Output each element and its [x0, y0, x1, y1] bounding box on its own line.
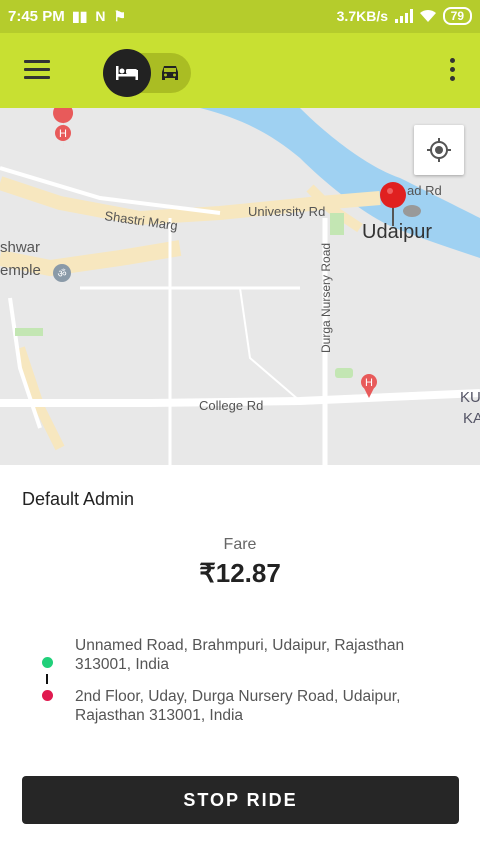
pickup-dot-icon — [42, 657, 53, 668]
flag-icon: ⚑ — [113, 8, 127, 24]
wifi-icon — [419, 9, 436, 22]
app-bar — [0, 33, 480, 108]
status-right: 79 — [394, 7, 472, 25]
map-label-college: College Rd — [199, 398, 263, 413]
notification-icons: ▮▮ N ⚑ — [72, 8, 126, 25]
map-label-emple: emple — [0, 262, 41, 279]
taxi-icon — [162, 66, 178, 80]
menu-icon[interactable] — [24, 60, 50, 80]
my-location-button[interactable] — [414, 125, 464, 175]
temple-icon: ॐ — [53, 264, 71, 282]
map-label-road: ad Rd — [407, 183, 442, 198]
svg-text:ॐ: ॐ — [57, 268, 66, 280]
more-options-icon[interactable] — [450, 58, 456, 82]
n-icon: N — [95, 8, 106, 24]
status-bar: 7:45 PM ▮▮ N ⚑ 3.7KB/s 79 — [0, 0, 480, 33]
network-speed: 3.7KB/s — [336, 8, 388, 24]
map-label-shwar: shwar — [0, 239, 40, 256]
bed-icon — [116, 66, 138, 80]
pickup-address: Unnamed Road, Brahmpuri, Udaipur, Rajast… — [75, 637, 405, 673]
map-label-ku: KU — [460, 389, 480, 406]
taxi-mode-button[interactable] — [157, 61, 183, 85]
stop-ride-button[interactable]: STOP RIDE — [22, 776, 459, 824]
status-time: 7:45 PM — [8, 8, 65, 25]
drop-address: 2nd Floor, Uday, Durga Nursery Road, Uda… — [75, 688, 401, 724]
map-label-ka: KA — [463, 410, 480, 427]
mode-toggle[interactable] — [103, 49, 191, 97]
fare-label: Fare — [223, 536, 257, 553]
signal-icon — [394, 9, 413, 23]
svg-text:H: H — [59, 128, 67, 140]
bars-icon: ▮▮ — [72, 8, 88, 24]
battery-icon: 79 — [442, 7, 472, 25]
map-label-durga: Durga Nursery Road — [319, 243, 333, 353]
driver-name: Default Admin — [22, 489, 135, 509]
route-details: Unnamed Road, Brahmpuri, Udaipur, Rajast… — [0, 634, 480, 734]
svg-text:H: H — [365, 377, 373, 389]
crosshair-icon — [427, 138, 451, 162]
map-view[interactable]: H H ॐ Shastri Marg University Rd Udaipur… — [0, 108, 480, 465]
route-connector — [46, 674, 50, 684]
map-label-udaipur: Udaipur — [362, 221, 432, 243]
map-canvas: H H ॐ Shastri Marg University Rd Udaipur… — [0, 108, 480, 465]
bed-mode-button[interactable] — [103, 49, 151, 97]
drop-dot-icon — [42, 690, 53, 701]
map-label-university: University Rd — [248, 204, 325, 219]
fare-value: ₹12.87 — [199, 558, 281, 588]
